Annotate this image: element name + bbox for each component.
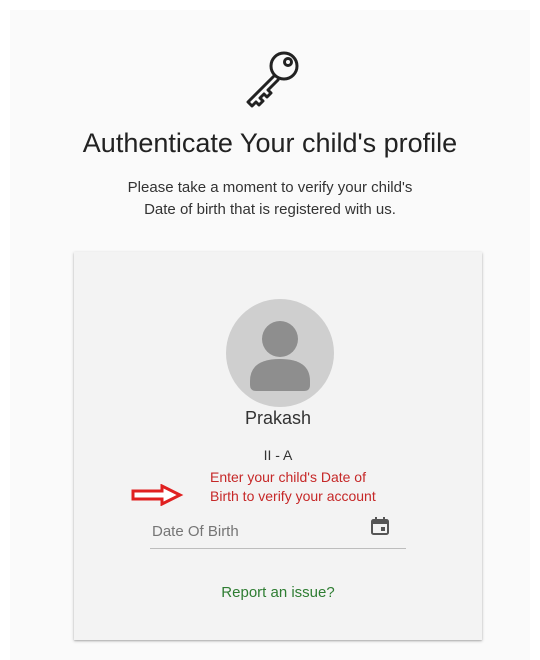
right-arrow-icon <box>130 483 184 507</box>
annotation-line-2: Birth to verify your account <box>210 488 376 504</box>
annotation-text: Enter your child's Date of Birth to veri… <box>210 468 450 506</box>
key-icon <box>240 46 304 110</box>
verification-card: Prakash II - A Enter your child's Date o… <box>74 252 482 640</box>
calendar-icon[interactable] <box>370 516 390 536</box>
page-subtitle: Please take a moment to verify your chil… <box>0 177 540 221</box>
annotation-line-1: Enter your child's Date of <box>210 469 366 485</box>
subtitle-line-1: Please take a moment to verify your chil… <box>127 179 413 196</box>
dob-placeholder: Date Of Birth <box>152 523 239 540</box>
user-avatar-icon <box>226 299 334 407</box>
student-name: Prakash <box>244 408 312 428</box>
subtitle-line-2: Date of birth that is registered with us… <box>144 201 396 218</box>
report-issue-link[interactable]: Report an issue? <box>74 584 482 601</box>
student-class: II - A <box>263 447 293 463</box>
page-title: Authenticate Your child's profile <box>82 128 458 158</box>
date-of-birth-field[interactable]: Date Of Birth <box>150 508 406 549</box>
